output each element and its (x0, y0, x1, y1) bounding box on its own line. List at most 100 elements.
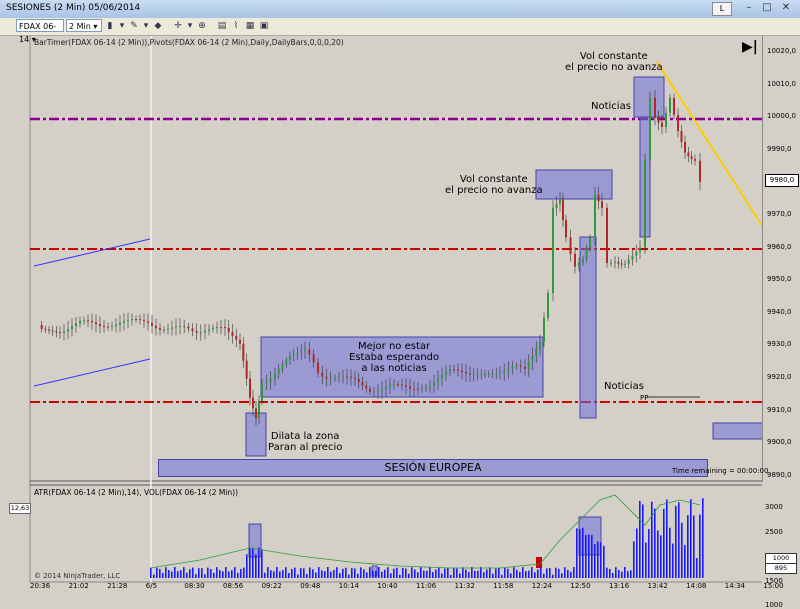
candle-body (155, 325, 157, 329)
volume-bar (579, 529, 581, 578)
price-tick-label: 9900,0 (767, 438, 792, 447)
candle-body (515, 365, 518, 367)
volume-bar (567, 569, 569, 578)
volume-bar (558, 568, 560, 578)
candle-body (59, 332, 61, 334)
candle-body (204, 330, 206, 333)
candle-body (429, 385, 431, 388)
volume-bar (627, 571, 629, 578)
candle-body (325, 376, 328, 379)
volume-bar (405, 568, 407, 578)
candle-body (539, 341, 541, 349)
volume-bar (426, 570, 428, 578)
time-tick-label: 14:34 (724, 582, 745, 590)
zone-right (712, 422, 764, 440)
price-axis[interactable]: 10020,0 10010,0 10000,0 9990,0 9980,0 9970,0 9… (762, 36, 800, 482)
price-tick-label: 9970,0 (767, 210, 792, 218)
volume-bar (393, 568, 395, 578)
annotation-text: Vol constante (579, 51, 648, 62)
candle-body (511, 366, 514, 369)
volume-bar (330, 571, 332, 578)
volume-tick-label: 1000 (765, 601, 783, 609)
candle-body (635, 251, 638, 256)
candle-body (476, 374, 479, 376)
candle-body (421, 388, 423, 390)
candle-body (669, 97, 671, 113)
time-tick-label: 11:32 (454, 582, 475, 590)
candle-body (304, 349, 306, 352)
candle-body (227, 327, 230, 332)
candle-body (437, 378, 439, 383)
candle-body (589, 237, 591, 249)
volume-bar (480, 567, 482, 578)
candle-body (147, 321, 149, 323)
annotation-text: Paran al precio (268, 442, 343, 453)
annotation-text: Estaba esperando (349, 352, 440, 363)
volume-bar (648, 529, 650, 578)
candle-body (83, 320, 85, 322)
candle-body (585, 248, 588, 260)
volume-bar (639, 500, 641, 578)
zone-noticias-spike (579, 236, 597, 419)
volume-bar (345, 567, 347, 578)
candle-body (127, 319, 129, 322)
chart-canvas[interactable] (0, 0, 800, 593)
candle-body (183, 326, 186, 328)
candle-body (135, 319, 137, 321)
volume-bar (258, 547, 260, 578)
candle-body (562, 199, 564, 221)
time-tick-label: 21:28 (107, 582, 128, 590)
volume-tick-label: 2500 (765, 527, 783, 536)
volume-bar (444, 568, 446, 578)
time-axis[interactable]: 20:36 21:02 21:28 6/5 08:30 08:56 09:22 09:48 10… (30, 582, 784, 593)
volume-bar (684, 545, 686, 578)
time-tick-label: 21:02 (68, 582, 89, 590)
time-tick-label: 6/5 (145, 582, 158, 590)
candle-body (99, 324, 101, 327)
volume-bar (696, 558, 698, 578)
volume-bar (291, 568, 293, 578)
volume-bar (519, 571, 521, 578)
candle-body (199, 332, 202, 334)
candle-body (87, 320, 89, 322)
volume-bar (294, 567, 296, 578)
candle-body (171, 327, 173, 329)
candle-body (312, 354, 315, 363)
candle-body (690, 156, 693, 159)
atr-line (149, 494, 701, 569)
volume-bar (495, 568, 497, 578)
time-tick-label: 12:50 (570, 582, 591, 590)
price-tick-label: 9890,0 (767, 470, 792, 479)
volume-bar (468, 572, 470, 578)
candle-body (487, 373, 490, 375)
candle-body (91, 321, 93, 323)
volume-bar (633, 541, 635, 578)
volume-bar (645, 542, 647, 578)
volume-bar (180, 570, 182, 578)
volume-bar (357, 573, 359, 578)
candle-body (191, 328, 194, 332)
atr-value-marker: 12,63 (9, 503, 31, 514)
candle-body (569, 237, 572, 254)
volume-bar (375, 571, 377, 578)
volume-bar (585, 535, 587, 578)
candle-body (95, 322, 97, 325)
volume-bar (360, 567, 362, 578)
candle-body (346, 376, 348, 378)
candle-body (654, 97, 656, 118)
play-icon[interactable]: ▶| (742, 39, 758, 55)
volume-bar (216, 567, 218, 578)
candle-body (687, 152, 690, 157)
candle-body (195, 331, 198, 333)
candle-body (281, 364, 284, 370)
candle-body (673, 97, 675, 115)
candle-body (552, 207, 554, 293)
volume-bar (642, 504, 644, 578)
volume-bar (489, 567, 491, 578)
volume-bar (555, 567, 557, 578)
volume-bar (255, 554, 257, 578)
candle-body (274, 373, 276, 380)
zone-vol-constante-1 (535, 169, 613, 200)
volume-bar (453, 567, 455, 578)
volume-bar (300, 568, 302, 578)
